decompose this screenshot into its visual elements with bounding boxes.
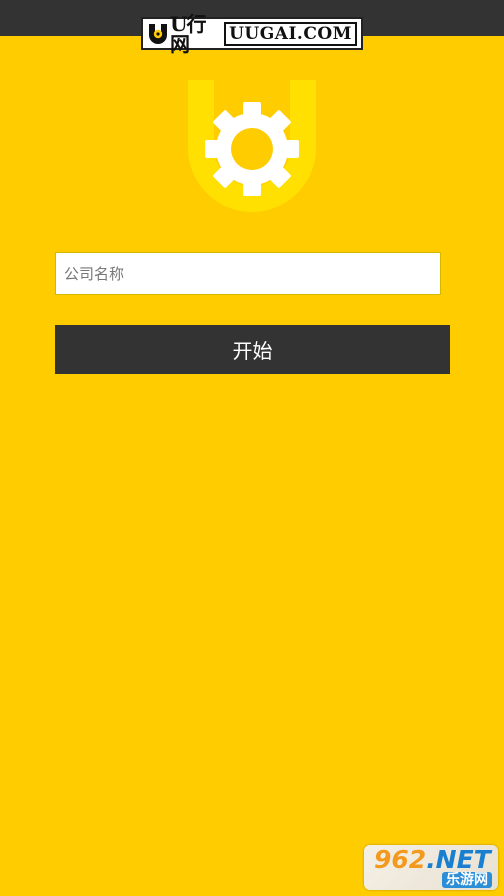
gear-icon <box>188 80 316 212</box>
site-logo-en-text: UUGAI.COM <box>224 21 357 46</box>
watermark-number: 962 <box>374 845 427 874</box>
watermark-logo: 962.NET 乐游网 <box>364 845 498 890</box>
app-logo <box>186 78 318 216</box>
site-logo-icon <box>147 22 169 46</box>
watermark-subtitle: 乐游网 <box>442 872 492 888</box>
site-logo-cn-text: U行网 <box>170 11 206 56</box>
site-logo-banner: U行网 UUGAI.COM <box>141 14 363 54</box>
watermark-suffix: .NET <box>426 845 491 874</box>
watermark-title: 962.NET <box>374 846 491 874</box>
company-name-input[interactable] <box>55 252 441 295</box>
start-button[interactable]: 开始 <box>55 325 450 374</box>
